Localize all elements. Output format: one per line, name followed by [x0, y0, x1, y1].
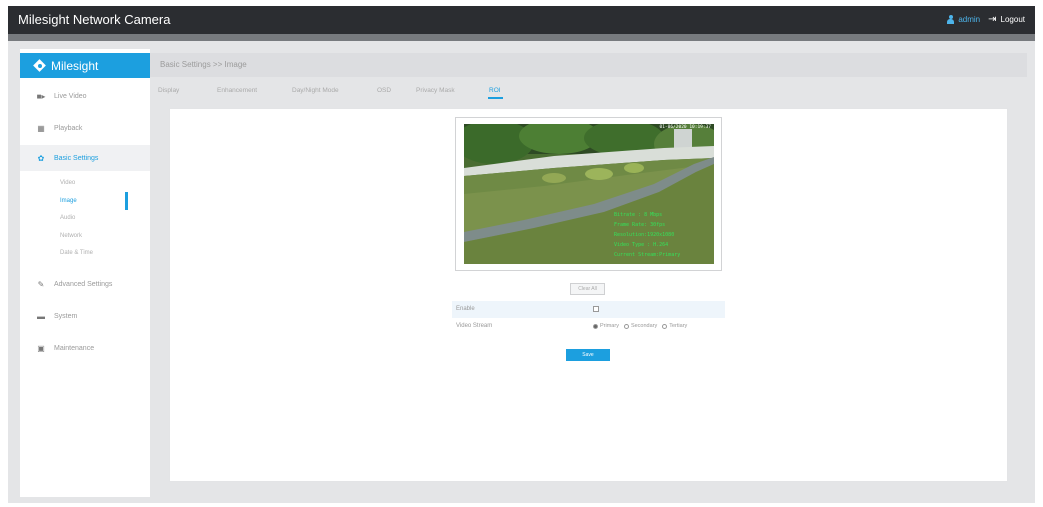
sidebar-item-advanced-settings[interactable]: ✎ Advanced Settings — [20, 271, 150, 297]
active-tab-underline — [488, 97, 503, 99]
radio-primary[interactable] — [593, 323, 598, 329]
username-link[interactable]: admin — [958, 15, 980, 24]
wrench-icon: ✎ — [37, 279, 45, 289]
radio-tertiary-label: Tertiary — [669, 323, 688, 329]
logout-icon[interactable]: ⇥ — [988, 14, 996, 25]
tab-osd[interactable]: OSD — [377, 87, 391, 94]
tab-day-night-mode[interactable]: Day/Night Mode — [292, 87, 339, 94]
sidebar: Milesight ■▸ Live Video ▦ Playback ✿ Bas… — [20, 49, 150, 497]
sidebar-item-live-video[interactable]: ■▸ Live Video — [20, 83, 150, 109]
video-scene — [464, 124, 714, 264]
diamond-eye-icon — [33, 59, 46, 72]
sidebar-item-label: Live Video — [54, 92, 87, 100]
sidebar-item-label: Basic Settings — [54, 154, 99, 162]
divider-bar — [8, 34, 1035, 41]
sidebar-item-basic-settings[interactable]: ✿ Basic Settings — [20, 145, 150, 171]
video-stream-label: Video Stream — [456, 323, 493, 329]
active-subitem-indicator — [125, 192, 128, 210]
osd-bitrate: Bitrate : 8 Mbps — [614, 212, 663, 218]
user-icon — [947, 15, 955, 24]
monitor-icon: ▬ — [37, 311, 45, 321]
enable-row: Enable — [452, 301, 725, 318]
live-video-preview[interactable]: 01-06/2020 10:19:37 Bitrate : 8 Mbps Fra… — [464, 124, 714, 264]
sidebar-item-maintenance[interactable]: ▣ Maintenance — [20, 335, 150, 361]
radio-secondary-label: Secondary — [630, 323, 658, 329]
breadcrumb: Basic Settings >> Image — [160, 60, 247, 69]
sidebar-item-system[interactable]: ▬ System — [20, 303, 150, 329]
osd-current-stream: Current Stream:Primary — [614, 252, 681, 258]
camera-icon: ■▸ — [36, 91, 46, 101]
logo: Milesight — [20, 53, 150, 78]
sidebar-item-playback[interactable]: ▦ Playback — [20, 115, 150, 141]
video-stream-row: Video Stream Primary Secondary Tertiary — [452, 318, 725, 336]
subitem-network[interactable]: Network — [60, 233, 82, 239]
tab-roi[interactable]: ROI — [489, 87, 501, 94]
tab-privacy-mask[interactable]: Privacy Mask — [416, 87, 455, 94]
logo-text: Milesight — [51, 58, 99, 73]
subitem-video[interactable]: Video — [60, 180, 75, 186]
radio-secondary[interactable] — [623, 323, 629, 329]
osd-resolution: Resolution:1920x1080 — [614, 232, 675, 238]
logout-link[interactable]: Logout — [1001, 15, 1025, 24]
radio-tertiary[interactable] — [662, 323, 668, 329]
tab-display[interactable]: Display — [158, 87, 179, 94]
sidebar-item-label: Maintenance — [54, 344, 95, 352]
toolbox-icon: ▣ — [37, 343, 45, 353]
enable-checkbox[interactable] — [593, 306, 599, 312]
film-icon: ▦ — [37, 123, 45, 133]
sidebar-item-label: Advanced Settings — [54, 280, 113, 288]
app-title: Milesight Network Camera — [18, 12, 171, 27]
save-button[interactable]: Save — [566, 349, 610, 361]
subitem-audio[interactable]: Audio — [60, 215, 75, 221]
video-timestamp: 01-06/2020 10:19:37 — [659, 125, 711, 130]
sidebar-item-label: Playback — [54, 124, 83, 132]
user-area: admin ⇥ Logout — [947, 14, 1025, 25]
osd-video-type: Video Type : H.264 — [614, 242, 669, 248]
sidebar-item-label: System — [54, 312, 78, 320]
osd-frame-rate: Frame Rate: 30fps — [614, 222, 666, 228]
subitem-image[interactable]: Image — [60, 198, 77, 204]
clear-all-button[interactable]: Clear All — [570, 283, 605, 295]
tab-enhancement[interactable]: Enhancement — [217, 87, 257, 94]
radio-primary-label: Primary — [600, 323, 619, 329]
subitem-date-time[interactable]: Date & Time — [60, 250, 93, 256]
top-bar: Milesight Network Camera admin ⇥ Logout — [8, 6, 1035, 34]
video-stream-radio-group: Primary Secondary Tertiary — [593, 323, 687, 329]
enable-label: Enable — [456, 306, 475, 312]
content-header: Basic Settings >> Image — [150, 53, 1027, 77]
gear-icon: ✿ — [37, 153, 45, 163]
